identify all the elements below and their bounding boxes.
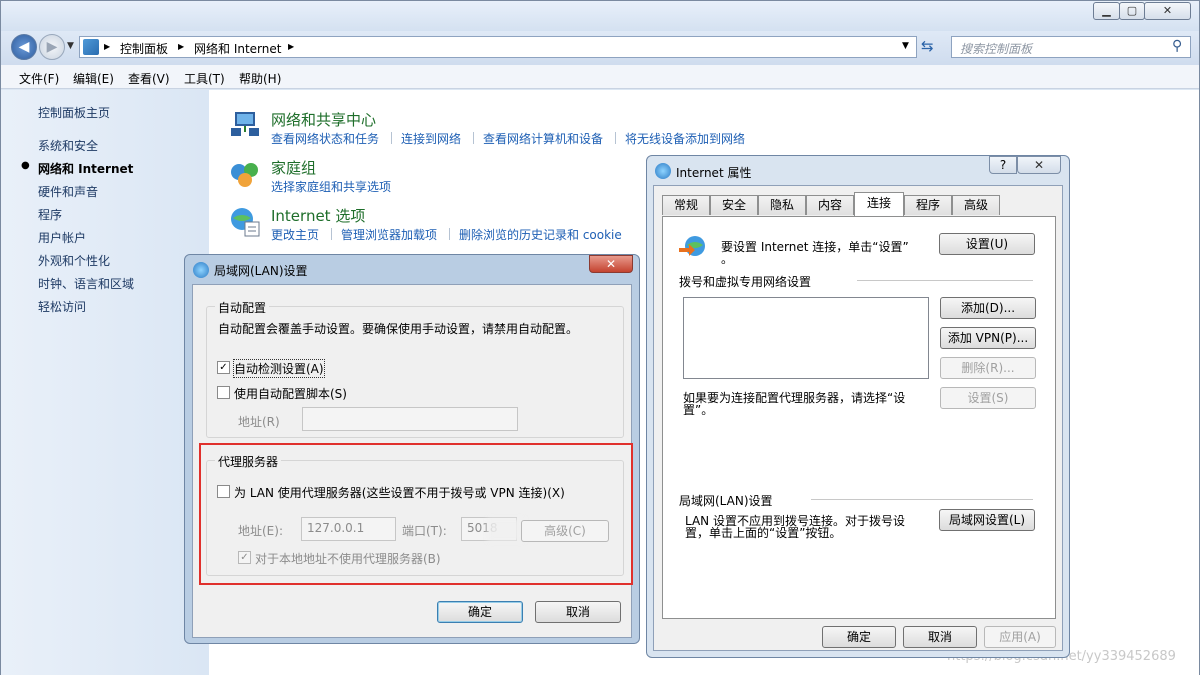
setup-description: 要设置 Internet 连接，单击“设置” [721, 240, 909, 254]
internet-properties-dialog: Internet 属性 ? ✕ 常规 安全 隐私 内容 连接 程序 高级 要设置… [646, 155, 1070, 658]
help-button[interactable]: ? [989, 156, 1017, 174]
address-bar[interactable]: ▶ 控制面板 ▶ 网络和 Internet ▶ ▼ [79, 36, 917, 58]
maximize-button[interactable]: ▢ [1119, 2, 1145, 20]
lan-close-button[interactable]: ✕ [589, 255, 633, 273]
link-view-network-computers[interactable]: 查看网络计算机和设备 [483, 130, 603, 147]
tab-programs[interactable]: 程序 [904, 195, 952, 215]
menu-bar: 文件(F) 编辑(E) 查看(V) 工具(T) 帮助(H) [1, 65, 1199, 89]
lan-settings-note-2: 置，单击上面的“设置”按钮。 [685, 526, 842, 540]
tab-connections[interactable]: 连接 [854, 192, 904, 216]
tab-content[interactable]: 内容 [806, 195, 854, 215]
auto-detect-label[interactable]: 自动检测设置(A) [233, 359, 325, 378]
setup-description-period: 。 [721, 252, 734, 266]
add-connection-button[interactable]: 添加(D)... [940, 297, 1036, 319]
menu-file[interactable]: 文件(F) [19, 70, 59, 87]
window-titlebar: ▁ ▢ ✕ [1, 1, 1199, 31]
link-connect-to-network[interactable]: 连接到网络 [401, 130, 461, 147]
sidebar-item-programs[interactable]: 程序 [38, 206, 62, 223]
proxy-highlight-frame [199, 443, 633, 585]
proxy-config-hint: 如果要为连接配置代理服务器，请选择“设 [683, 391, 906, 405]
menu-view[interactable]: 查看(V) [128, 70, 170, 87]
ie-globe-icon [655, 163, 671, 179]
auto-config-description: 自动配置会覆盖手动设置。要确保使用手动设置，请禁用自动配置。 [218, 322, 579, 336]
homegroup-icon [229, 158, 261, 190]
navigation-bar: ◀ ▶ ▼ ▶ 控制面板 ▶ 网络和 Internet ▶ ▼ ⇆ 搜索控制面板… [1, 31, 1199, 65]
search-box[interactable]: 搜索控制面板 ⚲ [951, 36, 1191, 58]
lan-settings-button[interactable]: 局域网设置(L) [939, 509, 1035, 531]
add-vpn-button[interactable]: 添加 VPN(P)... [940, 327, 1036, 349]
menu-edit[interactable]: 编辑(E) [73, 70, 114, 87]
lan-dialog-title: 局域网(LAN)设置 [214, 264, 308, 278]
script-address-input[interactable] [302, 407, 518, 431]
inet-close-button[interactable]: ✕ [1017, 156, 1061, 174]
script-address-label: 地址(R) [238, 415, 280, 429]
inet-ok-button[interactable]: 确定 [822, 626, 896, 648]
tab-general[interactable]: 常规 [662, 195, 710, 215]
sidebar-item-ease-of-access[interactable]: 轻松访问 [38, 298, 86, 315]
lan-cancel-button[interactable]: 取消 [535, 601, 621, 623]
sidebar-item-clock-language[interactable]: 时钟、语言和区域 [38, 275, 134, 292]
internet-options-title[interactable]: Internet 选项 [271, 205, 365, 226]
menu-help[interactable]: 帮助(H) [239, 70, 281, 87]
link-delete-history[interactable]: 删除浏览的历史记录和 cookie [459, 226, 622, 243]
active-bullet-icon: ● [21, 160, 30, 171]
remove-connection-button[interactable]: 删除(R)... [940, 357, 1036, 379]
sidebar: 控制面板主页 系统和安全 ● 网络和 Internet 硬件和声音 程序 用户帐… [1, 90, 209, 675]
auto-detect-checkbox[interactable]: ✓ [217, 361, 230, 374]
connections-listbox[interactable] [683, 297, 929, 379]
close-window-button[interactable]: ✕ [1144, 2, 1191, 20]
lan-settings-heading: 局域网(LAN)设置 [679, 494, 773, 508]
back-arrow-icon[interactable]: ◀ [11, 34, 37, 60]
inet-apply-button[interactable]: 应用(A) [984, 626, 1056, 648]
breadcrumb-control-panel[interactable]: 控制面板 [120, 40, 168, 57]
connection-settings-button[interactable]: 设置(S) [940, 387, 1036, 409]
lan-ok-button[interactable]: 确定 [437, 601, 523, 623]
tab-page: 要设置 Internet 连接，单击“设置” 。 设置(U) 拨号和虚拟专用网络… [662, 216, 1056, 619]
sidebar-item-user-accounts[interactable]: 用户帐户 [38, 229, 86, 246]
link-add-wireless-device[interactable]: 将无线设备添加到网络 [625, 130, 745, 147]
setup-button[interactable]: 设置(U) [939, 233, 1035, 255]
proxy-config-hint-2: 置”。 [683, 403, 714, 417]
use-auto-script-label[interactable]: 使用自动配置脚本(S) [234, 385, 347, 402]
ie-globe-icon [193, 262, 209, 278]
lan-settings-dialog: 局域网(LAN)设置 ✕ 自动配置 自动配置会覆盖手动设置。要确保使用手动设置，… [184, 254, 640, 644]
recent-pages-chevron-icon[interactable]: ▼ [67, 41, 74, 51]
forward-arrow-icon[interactable]: ▶ [39, 34, 65, 60]
auto-config-label: 自动配置 [215, 299, 270, 316]
link-change-homepage[interactable]: 更改主页 [271, 226, 319, 243]
link-view-network-status[interactable]: 查看网络状态和任务 [271, 130, 379, 147]
sidebar-item-network-internet[interactable]: 网络和 Internet [38, 160, 133, 177]
lan-dialog-body: 自动配置 自动配置会覆盖手动设置。要确保使用手动设置，请禁用自动配置。 ✓ 自动… [192, 284, 633, 638]
breadcrumb-network-internet[interactable]: 网络和 Internet [194, 40, 281, 57]
inet-dialog-title: Internet 属性 [676, 166, 752, 180]
use-auto-script-checkbox[interactable] [217, 386, 230, 399]
search-icon[interactable]: ⚲ [1172, 38, 1182, 54]
inet-cancel-button[interactable]: 取消 [903, 626, 977, 648]
link-homegroup-options[interactable]: 选择家庭组和共享选项 [271, 178, 391, 195]
homegroup-title[interactable]: 家庭组 [271, 157, 316, 178]
sidebar-item-hardware-sound[interactable]: 硬件和声音 [38, 183, 98, 200]
tab-security[interactable]: 安全 [710, 195, 758, 215]
refresh-icon[interactable]: ⇆ [921, 37, 934, 55]
sidebar-home-link[interactable]: 控制面板主页 [38, 104, 110, 121]
menu-tools[interactable]: 工具(T) [184, 70, 225, 87]
connection-wizard-icon [679, 234, 707, 258]
network-sharing-center-title[interactable]: 网络和共享中心 [271, 109, 376, 130]
tab-strip: 常规 安全 隐私 内容 连接 程序 高级 [662, 192, 1054, 217]
network-center-icon [229, 108, 261, 140]
tab-advanced[interactable]: 高级 [952, 195, 1000, 215]
sidebar-item-system-security[interactable]: 系统和安全 [38, 137, 98, 154]
minimize-button[interactable]: ▁ [1093, 2, 1120, 20]
control-panel-icon [83, 39, 99, 55]
link-manage-addons[interactable]: 管理浏览器加载项 [341, 226, 437, 243]
internet-options-icon [229, 206, 261, 238]
inet-dialog-body: 常规 安全 隐私 内容 连接 程序 高级 要设置 Internet 连接，单击“… [653, 185, 1063, 651]
sidebar-item-appearance[interactable]: 外观和个性化 [38, 252, 110, 269]
dialup-vpn-heading: 拨号和虚拟专用网络设置 [679, 275, 812, 289]
tab-privacy[interactable]: 隐私 [758, 195, 806, 215]
address-dropdown-icon[interactable]: ▼ [902, 41, 909, 51]
search-input[interactable]: 搜索控制面板 [960, 40, 1032, 57]
